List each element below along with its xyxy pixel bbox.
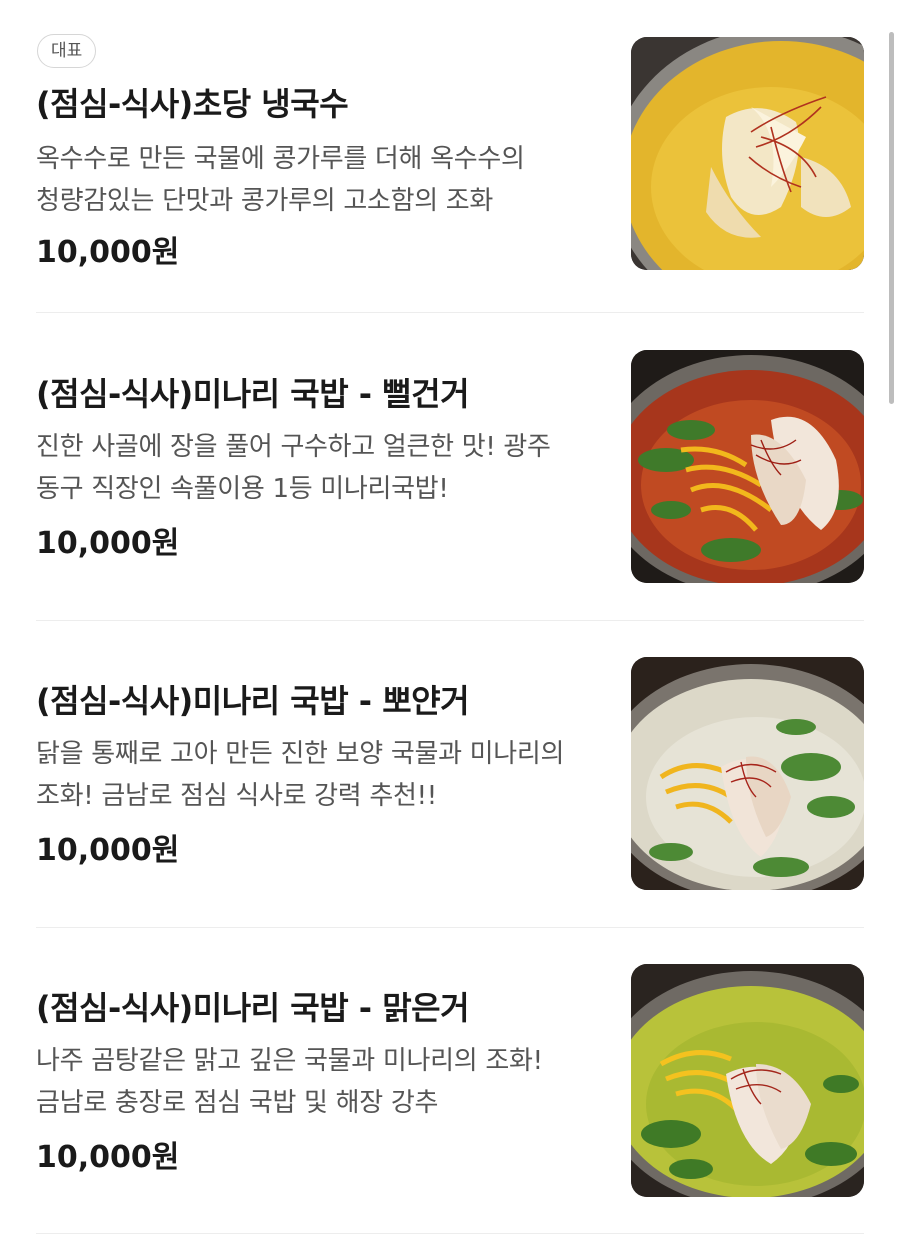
- menu-item[interactable]: 대표 (점심-식사)초당 냉국수 옥수수로 만든 국물에 콩가루를 더해 옥수수…: [36, 34, 864, 270]
- signature-badge: 대표: [37, 34, 97, 68]
- menu-item[interactable]: (점심-식사)미나리 국밥 - 뻘건거 진한 사골에 장을 풀어 구수하고 얼큰…: [36, 350, 864, 583]
- menu-item-price: 10,000원: [36, 1140, 180, 1175]
- menu-item-photo[interactable]: [631, 350, 864, 583]
- item-divider: [36, 312, 864, 313]
- menu-item-description: 옥수수로 만든 국물에 콩가루를 더해 옥수수의 청량감있는 단맛과 콩가루의 …: [36, 144, 525, 216]
- menu-list: 대표 (점심-식사)초당 냉국수 옥수수로 만든 국물에 콩가루를 더해 옥수수…: [0, 0, 900, 1234]
- clear-minari-gukbap-image: [631, 964, 864, 1197]
- menu-item-photo[interactable]: [631, 964, 864, 1197]
- menu-item-name: (점심-식사)미나리 국밥 - 뽀얀거: [36, 682, 470, 720]
- item-divider: [36, 620, 864, 621]
- item-divider: [36, 927, 864, 928]
- menu-item-price: 10,000원: [36, 235, 180, 270]
- corn-cold-noodle-image: [631, 37, 864, 270]
- menu-item-price: 10,000원: [36, 833, 180, 868]
- menu-item[interactable]: (점심-식사)미나리 국밥 - 뽀얀거 닭을 통째로 고아 만든 진한 보양 국…: [36, 657, 864, 890]
- white-minari-gukbap-image: [631, 657, 864, 890]
- menu-item-name: (점심-식사)미나리 국밥 - 맑은거: [36, 989, 470, 1027]
- menu-item-name: (점심-식사)미나리 국밥 - 뻘건거: [36, 375, 470, 413]
- menu-item-photo[interactable]: [631, 657, 864, 890]
- menu-item-description: 진한 사골에 장을 풀어 구수하고 얼큰한 맛! 광주 동구 직장인 속풀이용 …: [36, 432, 551, 504]
- menu-item-description: 닭을 통째로 고아 만든 진한 보양 국물과 미나리의 조화! 금남로 점심 식…: [36, 739, 565, 811]
- red-minari-gukbap-image: [631, 350, 864, 583]
- menu-item-price: 10,000원: [36, 526, 180, 561]
- menu-item-name: (점심-식사)초당 냉국수: [36, 85, 349, 123]
- menu-item-description: 나주 곰탕같은 맑고 깊은 국물과 미나리의 조화!금남로 충장로 점심 국밥 …: [36, 1046, 543, 1118]
- menu-item-photo[interactable]: [631, 37, 864, 270]
- scrollbar[interactable]: [889, 32, 894, 404]
- menu-item[interactable]: (점심-식사)미나리 국밥 - 맑은거 나주 곰탕같은 맑고 깊은 국물과 미나…: [36, 964, 864, 1197]
